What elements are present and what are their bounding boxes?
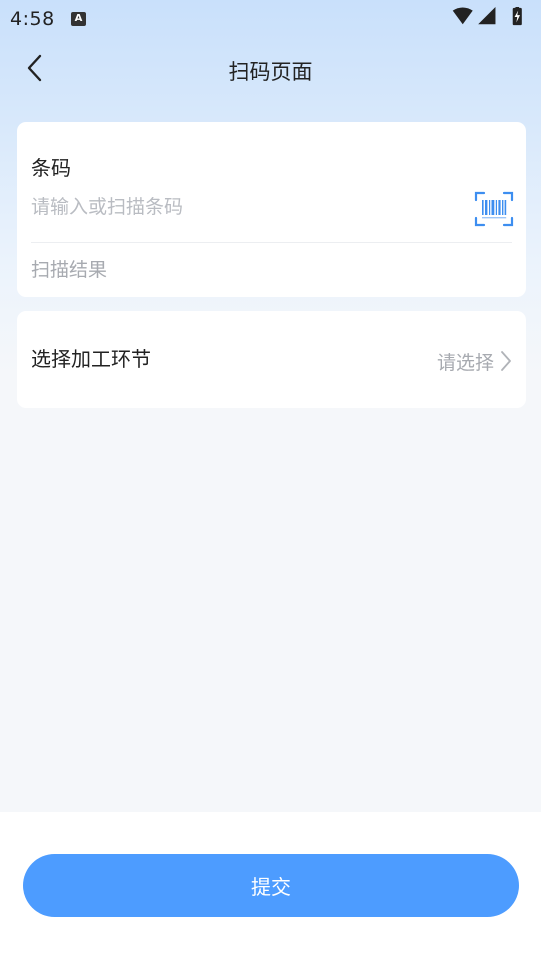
bottom-action-bar: 提交 xyxy=(0,812,541,961)
barcode-scan-icon xyxy=(474,191,514,227)
process-step-label: 选择加工环节 xyxy=(31,347,151,371)
divider xyxy=(31,242,512,243)
status-time: 4:58 xyxy=(10,8,55,30)
status-bar: 4:58 A xyxy=(0,0,541,36)
battery-icon xyxy=(512,7,522,26)
status-icons xyxy=(452,7,522,26)
nav-bar: 扫码页面 xyxy=(0,40,541,100)
scan-result-label: 扫描结果 xyxy=(31,259,108,281)
barcode-input[interactable] xyxy=(31,190,451,224)
barcode-card: 条码 扫描结果 xyxy=(17,122,526,297)
barcode-label: 条码 xyxy=(31,156,71,180)
scan-barcode-button[interactable] xyxy=(474,190,514,228)
chevron-right-icon xyxy=(501,351,511,371)
notification-badge-icon: A xyxy=(71,12,86,26)
signal-icon xyxy=(478,7,496,25)
process-step-select[interactable]: 请选择 xyxy=(437,347,512,375)
select-placeholder: 请选择 xyxy=(436,351,494,374)
process-step-card: 选择加工环节 请选择 xyxy=(17,311,526,408)
page-title: 扫码页面 xyxy=(228,60,313,84)
wifi-icon xyxy=(452,7,473,25)
submit-button[interactable]: 提交 xyxy=(23,854,519,917)
